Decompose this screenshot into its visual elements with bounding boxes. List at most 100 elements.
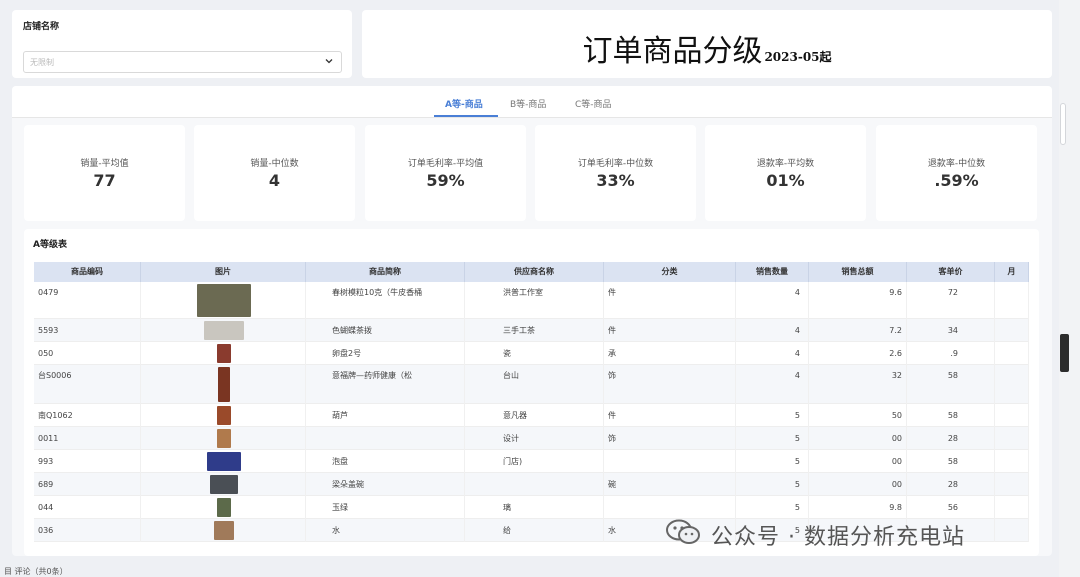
cell-category: 饰: [604, 427, 736, 450]
tab-a-products[interactable]: A等-商品: [445, 97, 483, 110]
page-subtitle: 2023-05起: [764, 50, 832, 64]
table-row[interactable]: 台S0006 意福牌—药师健康（松 台山饰 4 32 58: [34, 365, 1029, 404]
cell-code: 050: [34, 342, 141, 365]
cell-name: 色蝴蝶茶拨: [306, 319, 465, 342]
product-image-cell: [141, 450, 306, 473]
cell-category: [604, 496, 736, 519]
kpi-card: 退款率-中位数 .59%: [876, 125, 1037, 221]
kpi-value: 77: [93, 171, 116, 190]
product-thumbnail[interactable]: [209, 475, 238, 494]
cell-supplier: [465, 473, 604, 496]
kpi-card: 销量-中位数 4: [194, 125, 355, 221]
table-row[interactable]: 689 梁朵盖碗 碗 5 00 28: [34, 473, 1029, 496]
cell-total: 9.6: [809, 282, 907, 319]
table-row[interactable]: 南Q1062 葫芦 意凡器件 5 50 58: [34, 404, 1029, 427]
column-header[interactable]: 分类: [604, 262, 736, 282]
cell-extra: [995, 404, 1029, 427]
table-row[interactable]: 0011 设计饰 5 00 28: [34, 427, 1029, 450]
kpi-value: 33%: [596, 171, 635, 190]
cell-qty: 5: [736, 404, 809, 427]
cell-category: 件: [604, 282, 736, 319]
column-header[interactable]: 商品编码: [34, 262, 141, 282]
product-image-cell: [141, 404, 306, 427]
table-title: A等级表: [33, 240, 67, 250]
cell-qty: 4: [736, 342, 809, 365]
column-header[interactable]: 月: [995, 262, 1029, 282]
cell-price: 34: [907, 319, 995, 342]
cell-code: 0011: [34, 427, 141, 450]
kpi-value: 01%: [766, 171, 805, 190]
grade-table[interactable]: 商品编码 图片 商品简称 供应商名称 分类 销售数量 销售总额 客单价月 0479 春树模粒10…: [34, 262, 1029, 552]
product-image-cell: [141, 282, 306, 319]
cell-price: 58: [907, 450, 995, 473]
table-header: 商品编码 图片 商品简称 供应商名称 分类 销售数量 销售总额 客单价月: [34, 262, 1029, 282]
cell-code: 0479: [34, 282, 141, 319]
cell-extra: [995, 450, 1029, 473]
cell-extra: [995, 473, 1029, 496]
column-header[interactable]: 供应商名称: [465, 262, 604, 282]
cell-price: 28: [907, 427, 995, 450]
product-thumbnail[interactable]: [216, 429, 231, 448]
page-title: 订单商品分级: [582, 34, 763, 69]
table-row[interactable]: 044 玉绿璃 5 9.8 56: [34, 496, 1029, 519]
page-scrollbar[interactable]: [1059, 0, 1080, 577]
side-drag-handle[interactable]: [1060, 334, 1069, 372]
cell-supplier: 璃: [465, 496, 604, 519]
kpi-card: 订单毛利率-中位数 33%: [535, 125, 696, 221]
kpi-label: 订单毛利率-中位数: [577, 159, 654, 169]
store-label: 店铺名称: [23, 22, 60, 32]
cell-name: 春树模粒10克（牛皮香桶: [306, 282, 465, 319]
tab-c-products[interactable]: C等-商品: [575, 97, 612, 110]
product-thumbnail[interactable]: [216, 498, 231, 517]
cell-total: 00: [809, 427, 907, 450]
kpi-value: 59%: [426, 171, 465, 190]
product-thumbnail[interactable]: [203, 321, 244, 340]
cell-extra: [995, 365, 1029, 404]
tab-b-products[interactable]: B等-商品: [510, 97, 546, 110]
table-row[interactable]: 5593 色蝴蝶茶拨 三手工茶件 4 7.2 34: [34, 319, 1029, 342]
comments-footer[interactable]: 目 评论（共0条）: [4, 566, 68, 577]
column-header[interactable]: 销售数量: [736, 262, 809, 282]
product-thumbnail[interactable]: [213, 521, 234, 540]
product-thumbnail[interactable]: [216, 406, 231, 425]
scrollbar-thumb[interactable]: [1060, 103, 1066, 145]
cell-total: 00: [809, 473, 907, 496]
table-row[interactable]: 050 卵盘2号瓷承 4 2.6.9: [34, 342, 1029, 365]
kpi-label: 销量-平均值: [80, 159, 129, 169]
wechat-icon: [666, 519, 700, 544]
kpi-card: 退款率-平均数 01%: [705, 125, 866, 221]
cell-price: 58: [907, 404, 995, 427]
product-thumbnail[interactable]: [206, 452, 241, 471]
store-select[interactable]: 无限制: [23, 51, 342, 73]
kpi-value: .59%: [934, 171, 979, 190]
cell-qty: 5: [736, 473, 809, 496]
cell-extra: [995, 496, 1029, 519]
cell-extra: [995, 427, 1029, 450]
column-header[interactable]: 客单价: [907, 262, 995, 282]
cell-name: 意福牌—药师健康（松: [306, 365, 465, 404]
cell-total: 50: [809, 404, 907, 427]
cell-qty: 4: [736, 319, 809, 342]
chevron-down-icon: [325, 59, 333, 64]
column-header[interactable]: 商品简称: [306, 262, 465, 282]
cell-category: 件: [604, 404, 736, 427]
table-row[interactable]: 993 泡盘 门店) 5 00 58: [34, 450, 1029, 473]
cell-price: 72: [907, 282, 995, 319]
store-filter-card: 店铺名称 无限制: [12, 10, 352, 78]
product-thumbnail[interactable]: [196, 284, 251, 317]
product-thumbnail[interactable]: [217, 367, 230, 402]
cell-total: 7.2: [809, 319, 907, 342]
cell-total: 2.6: [809, 342, 907, 365]
main-panel: A等-商品 B等-商品 C等-商品 销量-平均值 77 销量-中位数 4 订单毛…: [12, 86, 1052, 556]
cell-name: 葫芦: [306, 404, 465, 427]
table-row[interactable]: 0479 春树模粒10克（牛皮香桶 洪普工作室件 4 9.6 72: [34, 282, 1029, 319]
product-thumbnail[interactable]: [216, 344, 231, 363]
column-header[interactable]: 销售总额: [809, 262, 907, 282]
cell-code: 036: [34, 519, 141, 542]
cell-name: 泡盘: [306, 450, 465, 473]
cell-category: 碗: [604, 473, 736, 496]
cell-code: 993: [34, 450, 141, 473]
cell-category: 饰: [604, 365, 736, 404]
column-header[interactable]: 图片: [141, 262, 306, 282]
active-tab-indicator: [434, 115, 498, 117]
